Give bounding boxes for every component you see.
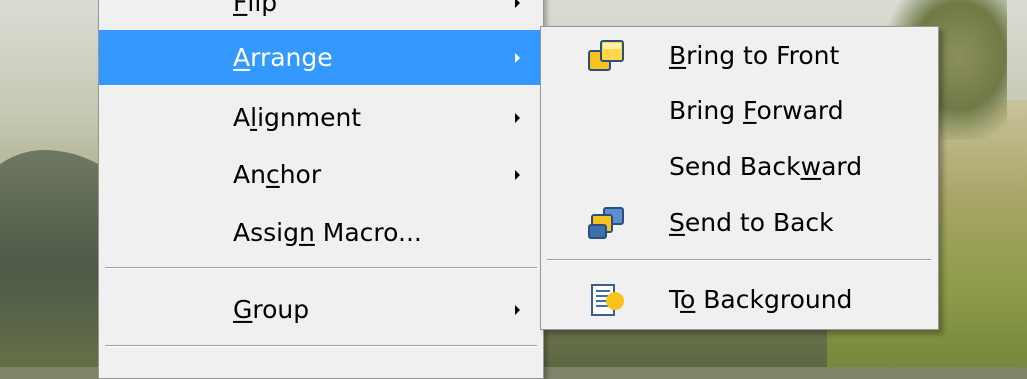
menu-item-label: Bring Forward bbox=[669, 95, 844, 125]
to-background-icon bbox=[586, 282, 628, 318]
submenu-arrow-icon bbox=[515, 112, 520, 123]
menu-item-label: To Background bbox=[669, 284, 853, 314]
arrange-submenu: Bring to Front Bring Forward Send Backwa… bbox=[540, 26, 939, 330]
menu-item-bring-to-front[interactable]: Bring to Front bbox=[541, 28, 938, 84]
menu-item-anchor[interactable]: Anchor bbox=[99, 147, 543, 202]
menu-item-label: Send Backward bbox=[669, 151, 863, 181]
submenu-arrow-icon bbox=[515, 0, 520, 8]
menu-separator bbox=[105, 345, 537, 347]
menu-item-label: Alignment bbox=[233, 102, 362, 132]
context-menu: Flip Arrange Alignment Anchor Assign Mac… bbox=[98, 0, 544, 379]
menu-item-label: Flip bbox=[233, 0, 278, 17]
menu-item-flip[interactable]: Flip bbox=[99, 0, 543, 30]
menu-item-arrange[interactable]: Arrange bbox=[99, 30, 543, 85]
bring-to-front-icon bbox=[586, 38, 628, 74]
menu-item-alignment[interactable]: Alignment bbox=[99, 90, 543, 145]
menu-item-label: Send to Back bbox=[669, 207, 834, 237]
submenu-arrow-icon bbox=[515, 169, 520, 180]
submenu-arrow-icon bbox=[515, 304, 520, 315]
menu-item-label: Assign Macro... bbox=[233, 217, 422, 247]
menu-item-assign-macro[interactable]: Assign Macro... bbox=[99, 205, 543, 260]
menu-item-label: Anchor bbox=[233, 159, 322, 189]
menu-separator bbox=[105, 267, 537, 269]
menu-item-label: Arrange bbox=[233, 42, 333, 72]
menu-item-send-to-back[interactable]: Send to Back bbox=[541, 195, 938, 251]
menu-item-label: Group bbox=[233, 294, 310, 324]
menu-item-bring-forward[interactable]: Bring Forward bbox=[541, 83, 938, 139]
menu-separator bbox=[547, 259, 931, 261]
menu-item-group[interactable]: Group bbox=[99, 282, 543, 337]
menu-item-label: Bring to Front bbox=[669, 40, 840, 70]
menu-item-to-background[interactable]: To Background bbox=[541, 272, 938, 328]
submenu-arrow-icon bbox=[515, 52, 520, 63]
menu-item-send-backward[interactable]: Send Backward bbox=[541, 139, 938, 195]
send-to-back-icon bbox=[586, 205, 628, 241]
